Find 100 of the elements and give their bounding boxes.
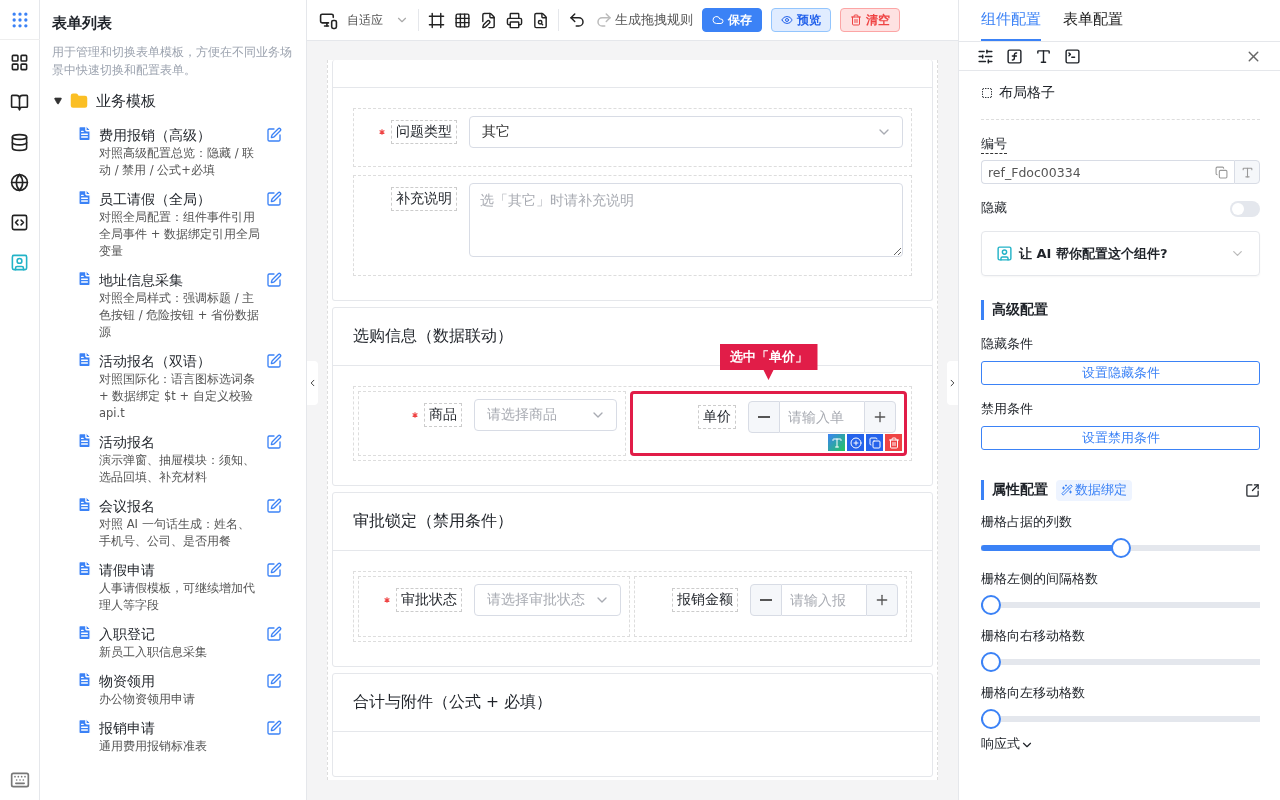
slider-thumb[interactable] (981, 595, 1001, 615)
hidden-switch[interactable] (1230, 200, 1260, 217)
document-icon (76, 351, 93, 368)
grid-icon[interactable] (454, 11, 471, 29)
template-title[interactable]: 活动报名（双语） (99, 351, 260, 371)
plus-button[interactable] (866, 584, 898, 616)
external-link-icon[interactable] (1245, 482, 1260, 498)
template-title[interactable]: 费用报销（高级） (99, 125, 260, 145)
delete-icon[interactable] (885, 434, 902, 451)
sliders-icon[interactable] (977, 47, 994, 65)
template-title[interactable]: 报销申请 (99, 718, 260, 738)
panel-tab[interactable]: 组件配置 (981, 0, 1041, 41)
template-title[interactable]: 请假申请 (99, 560, 260, 580)
template-title[interactable]: 入职登记 (99, 624, 260, 644)
collapse-left-handle[interactable] (307, 361, 318, 405)
edit-icon[interactable] (266, 498, 282, 514)
document-icon (76, 189, 93, 206)
document-icon (76, 671, 93, 688)
folder-label[interactable]: 业务模板 (96, 91, 156, 111)
template-description: 通用费用报销标准表 (99, 738, 208, 755)
minus-button[interactable] (748, 401, 780, 433)
condition-button[interactable]: 设置禁用条件 (981, 426, 1260, 450)
section-title: 合计与附件（公式 + 必填） (353, 692, 552, 713)
edit-icon[interactable] (266, 720, 282, 736)
number-input[interactable]: 请输入单 (780, 401, 864, 433)
template-description: 对照高级配置总览：隐藏 / 联动 / 禁用 / 公式+必填 (99, 145, 256, 179)
slider-thumb[interactable] (981, 652, 1001, 672)
text-style-icon[interactable] (1035, 47, 1052, 65)
undo-icon[interactable] (568, 11, 586, 29)
edit-icon[interactable] (266, 562, 282, 578)
field-label: 隐藏 (981, 200, 1007, 217)
sidebar-description: 用于管理和切换表单模板，方便在不同业务场景中快速切换和配置表单。 (52, 44, 293, 79)
condition-button[interactable]: 设置隐藏条件 (981, 361, 1260, 385)
file-search-icon[interactable] (532, 11, 549, 29)
redo-icon[interactable] (595, 11, 613, 29)
terminal-icon[interactable] (1064, 47, 1081, 65)
slider-thumb[interactable] (981, 709, 1001, 729)
frame-icon[interactable] (428, 11, 445, 29)
device-icon[interactable] (319, 10, 338, 30)
template-title[interactable]: 会议报名 (99, 496, 260, 516)
keyboard-icon[interactable] (9, 770, 30, 790)
edit-icon[interactable] (266, 191, 282, 207)
edit-icon[interactable] (266, 127, 282, 143)
grid-icon[interactable] (10, 52, 29, 72)
book-icon[interactable] (10, 92, 29, 112)
copy-icon[interactable] (1214, 165, 1228, 179)
responsive-toggle[interactable]: 响应式 (981, 736, 1020, 753)
template-title[interactable]: 地址信息采集 (99, 270, 260, 290)
font-icon[interactable] (1240, 165, 1254, 179)
minus-icon (760, 599, 772, 601)
template-description: 演示弹窗、抽屉模块：须知、选品回填、补充材料 (99, 452, 256, 486)
code-icon[interactable] (10, 212, 29, 232)
template-title[interactable]: 员工请假（全局） (99, 189, 260, 209)
copy-icon[interactable] (866, 434, 883, 451)
secondary-button[interactable]: 预览 (771, 8, 831, 32)
template-description: 新员工入职信息采集 (99, 644, 208, 661)
collapse-right-handle[interactable] (947, 361, 958, 405)
globe-icon[interactable] (10, 172, 29, 192)
template-title[interactable]: 物资领用 (99, 671, 260, 691)
edit-icon[interactable] (266, 272, 282, 288)
print-icon[interactable] (506, 11, 523, 29)
template-description: 对照全局配置：组件事件引用全局事件 + 数据绑定引用全局变量 (99, 209, 260, 260)
primary-button[interactable]: 保存 (702, 8, 762, 32)
edit-icon[interactable] (266, 434, 282, 450)
plus-button[interactable] (864, 401, 896, 433)
generate-rules-link[interactable]: 生成拖拽规则 (615, 11, 693, 29)
ai-assist-panel[interactable]: 让 AI 帮你配置这个组件? (981, 231, 1260, 276)
field-label: 单价 (698, 405, 736, 429)
slider-label: 栅格占据的列数 (981, 514, 1073, 531)
field-frame[interactable]: 报销金额 请输入报 (634, 576, 907, 637)
edit-icon[interactable] (266, 626, 282, 642)
template-description: 对照国际化：语言图标选词条 + 数据绑定 $t + 自定义校验 api.t (99, 371, 256, 422)
edit-icon[interactable] (266, 673, 282, 689)
caret-icon[interactable] (54, 97, 62, 105)
database-icon[interactable] (10, 132, 29, 152)
data-binding-tag[interactable]: 数据绑定 (1056, 479, 1132, 501)
plus-icon (874, 592, 890, 608)
field-label: 补充说明 (391, 187, 457, 211)
sidebar-title: 表单列表 (52, 14, 113, 34)
section-title: 高级配置 (992, 301, 1048, 319)
add-icon[interactable] (847, 434, 864, 451)
file-edit-icon[interactable] (480, 11, 497, 29)
slider-thumb[interactable] (1110, 538, 1131, 558)
function-icon[interactable] (1006, 47, 1023, 65)
field-label: 问题类型 (391, 120, 457, 144)
document-icon (76, 718, 93, 735)
document-icon (76, 496, 93, 513)
textarea-field[interactable]: 选「其它」时请补充说明 (469, 183, 903, 257)
panel-tab[interactable]: 表单配置 (1063, 0, 1123, 41)
template-title[interactable]: 活动报名 (99, 432, 260, 452)
field-frame[interactable]: 商品 请选择商品 (358, 391, 626, 456)
number-input[interactable]: 请输入报 (782, 584, 866, 616)
ai-prompt: 让 AI 帮你配置这个组件? (1019, 244, 1169, 263)
field-label: 编号 (981, 136, 1007, 154)
select-field[interactable]: 其它 (469, 116, 903, 148)
device-select[interactable]: 自适应 (347, 11, 409, 29)
field-frame[interactable]: 审批状态 请选择审批状态 (358, 576, 630, 637)
id-input[interactable]: ref_Fdoc00334 (981, 160, 1208, 184)
minus-button[interactable] (750, 584, 782, 616)
edit-icon[interactable] (266, 353, 282, 369)
